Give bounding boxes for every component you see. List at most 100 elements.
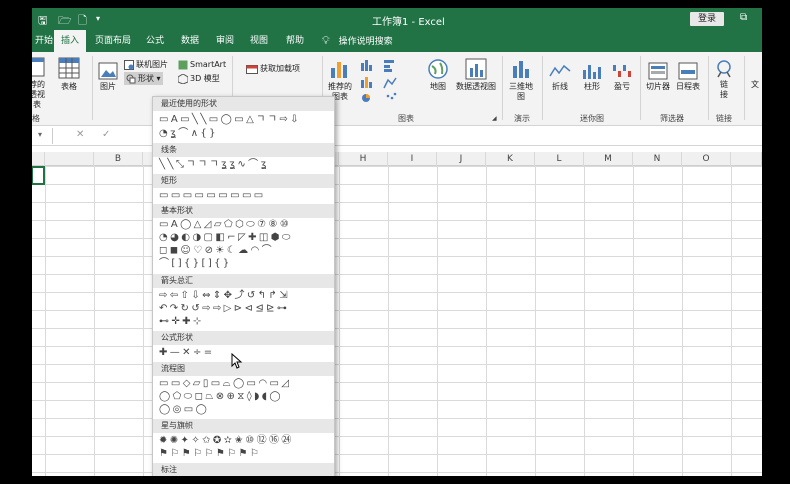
shape-row[interactable]: ╲╲⤡ㄱㄱㄱʓʓ∿⌒ʓ <box>159 159 269 170</box>
sparkline-column-icon <box>583 65 601 79</box>
addins-label: 获取加载项 <box>260 64 300 73</box>
login-button[interactable]: 登录 <box>690 12 724 26</box>
pivotchart-label: 数据透视图 <box>456 82 496 91</box>
tab-insert[interactable]: 插入 <box>54 30 87 52</box>
timeline-button[interactable]: 日程表 <box>674 62 702 92</box>
tab-data[interactable]: 数据 <box>174 30 206 52</box>
shape-row[interactable]: ↶↷↻↺⇨⇨▷⊳⊲⊴⊵⊶ <box>159 303 289 314</box>
group-tables-label: 格 <box>32 114 40 123</box>
column-header[interactable] <box>45 152 94 166</box>
shape-row[interactable]: ⊷✛✚⊹ <box>159 316 204 327</box>
tab-view[interactable]: 视图 <box>243 30 275 52</box>
restore-icon[interactable]: ⧉ <box>740 12 747 23</box>
3d-models-button[interactable]: 3D 模型 <box>178 72 220 85</box>
column-header[interactable]: H <box>339 152 388 166</box>
sparkline-column-button[interactable]: 柱形 <box>578 62 606 92</box>
column-header[interactable]: O <box>682 152 731 166</box>
shape-row[interactable]: ⌒[]{}[]{} <box>159 258 232 269</box>
link-button[interactable]: 链 接 <box>712 60 736 100</box>
new-icon[interactable]: 🗋 <box>78 12 87 31</box>
pivotchart-button[interactable]: 数据透视图 <box>454 58 498 92</box>
smartart-button[interactable]: SmartArt <box>178 58 226 71</box>
text-label: 文 <box>751 80 759 89</box>
table-button[interactable]: 表格 <box>56 56 82 92</box>
3d-map-label-1: 三维地 <box>509 82 533 91</box>
smartart-icon <box>178 60 188 69</box>
picture-label: 图片 <box>100 82 116 91</box>
text-button[interactable]: 文 <box>748 80 762 90</box>
link-label-1: 链 <box>720 80 728 89</box>
shape-row[interactable]: ⇨⇦⇧⇩⇔⇕✥⤴↺↰↱⇲ <box>159 290 290 301</box>
shape-row[interactable]: ◯◎▭◯ <box>159 404 209 415</box>
column-header[interactable]: J <box>437 152 486 166</box>
active-cell[interactable] <box>32 166 45 185</box>
customize-icon[interactable]: ▾ <box>96 14 100 23</box>
tell-me-label: 操作说明搜索 <box>338 37 393 47</box>
column-header[interactable]: K <box>486 152 535 166</box>
column-header[interactable]: N <box>633 152 682 166</box>
get-addins-button[interactable]: 获取加载项 <box>246 62 300 75</box>
cancel-icon[interactable]: ✕ <box>76 129 84 140</box>
winloss-label: 盈亏 <box>614 82 630 91</box>
sparkline-line-icon <box>549 64 571 77</box>
shape-row[interactable]: ✹✺✦✧✩✪✫✬⑩⑫⑯㉔ <box>159 435 294 446</box>
table-icon <box>58 57 80 79</box>
shape-row[interactable]: ◻◼☺♡⊘☀☾☁◠⌒ <box>159 245 274 256</box>
3d-map-button[interactable]: 三维地 图 <box>506 58 536 102</box>
open-icon[interactable]: 🗁 <box>58 12 72 31</box>
shape-row[interactable]: ◔ʓ⌒∧{} <box>159 128 218 139</box>
column-headers: B C G H I J K L M N O <box>32 152 762 166</box>
link-label-2: 接 <box>720 90 728 99</box>
tab-formulas[interactable]: 公式 <box>139 30 171 52</box>
3d-models-label: 3D 模型 <box>190 74 220 83</box>
timeline-icon <box>678 62 698 80</box>
shapes-button[interactable]: 形状 ▾ <box>124 72 163 85</box>
shape-row[interactable]: ⚑⚐⚑⚐⚐⚑⚐⚑⚐ <box>159 448 261 459</box>
save-icon[interactable]: 🖫 <box>38 12 47 31</box>
shape-row[interactable]: ▭▭▭▭▭▭▭▭▭ <box>159 190 266 201</box>
column-header[interactable] <box>731 152 762 166</box>
shape-row[interactable]: ▭▭◇▱▯▭⌓◯▭◠▭◿ <box>159 378 291 389</box>
group-separator <box>708 56 709 120</box>
shapes-section-rectangles: 矩形 <box>153 174 334 188</box>
recommended-chart-icon <box>331 62 347 78</box>
excel-window: 🖫 🗁 🗋 ▾ 工作簿1 - Excel 登录 ⧉ 开始 插入 页面布局 公式 … <box>32 8 762 476</box>
sparkline-line-button[interactable]: 折线 <box>546 62 574 92</box>
column-header[interactable]: L <box>535 152 584 166</box>
pictures-button[interactable]: 图片 <box>96 62 120 92</box>
shape-row[interactable]: ▭A◯△◿▱⬠⬡⬭⑦⑧⑩ <box>159 219 291 230</box>
formula-bar: ▾ ✕ ✓ <box>32 126 762 146</box>
shape-row[interactable]: ▭A▭╲╲▭◯▭△ㄱㄱ⇨⇩ <box>159 114 301 125</box>
select-all-corner[interactable] <box>32 152 45 166</box>
column-header[interactable]: I <box>388 152 437 166</box>
group-sparklines-label: 迷你图 <box>580 114 604 123</box>
enter-icon[interactable]: ✓ <box>102 129 110 140</box>
tab-help[interactable]: 帮助 <box>279 30 311 52</box>
title-bar: 🖫 🗁 🗋 ▾ 工作簿1 - Excel 登录 ⧉ <box>32 8 762 30</box>
dialog-launcher-icon[interactable]: ◢ <box>492 115 497 122</box>
online-picture-icon <box>124 59 134 70</box>
table-label: 表格 <box>61 82 77 91</box>
tab-page-layout[interactable]: 页面布局 <box>88 30 138 52</box>
window-title: 工作簿1 - Excel <box>372 17 445 28</box>
recommended-pivot-button[interactable]: 荐的 透视表 <box>32 56 48 110</box>
worksheet-grid[interactable] <box>32 166 762 476</box>
sparkline-winloss-button[interactable]: 盈亏 <box>608 62 636 92</box>
shape-row[interactable]: ✚—✕÷= <box>159 347 215 358</box>
maps-button[interactable]: 地图 <box>424 58 452 92</box>
column-header[interactable]: M <box>584 152 633 166</box>
tab-review[interactable]: 审阅 <box>209 30 241 52</box>
line-label: 折线 <box>552 82 568 91</box>
shapes-section-callouts: 标注 <box>153 463 334 476</box>
picture-icon <box>98 62 118 80</box>
shape-row[interactable]: ◔◕◐◑▢◧⌐◸✚◫⬢⬭ <box>159 232 293 243</box>
slicer-icon <box>648 62 668 80</box>
online-pictures-button[interactable]: 联机图片 <box>124 58 168 71</box>
chart-types-icons[interactable] <box>360 58 420 102</box>
shape-row[interactable]: ◯⬠⬭◻⏢⊗⊕⧖◊◗◖◯ <box>159 391 283 402</box>
column-header[interactable]: B <box>94 152 143 166</box>
tell-me-search[interactable]: 💡︎ 操作说明搜索 <box>322 30 393 52</box>
globe-icon <box>428 59 448 79</box>
name-box-dropdown-icon[interactable]: ▾ <box>38 130 42 139</box>
slicer-button[interactable]: 切片器 <box>644 62 672 92</box>
